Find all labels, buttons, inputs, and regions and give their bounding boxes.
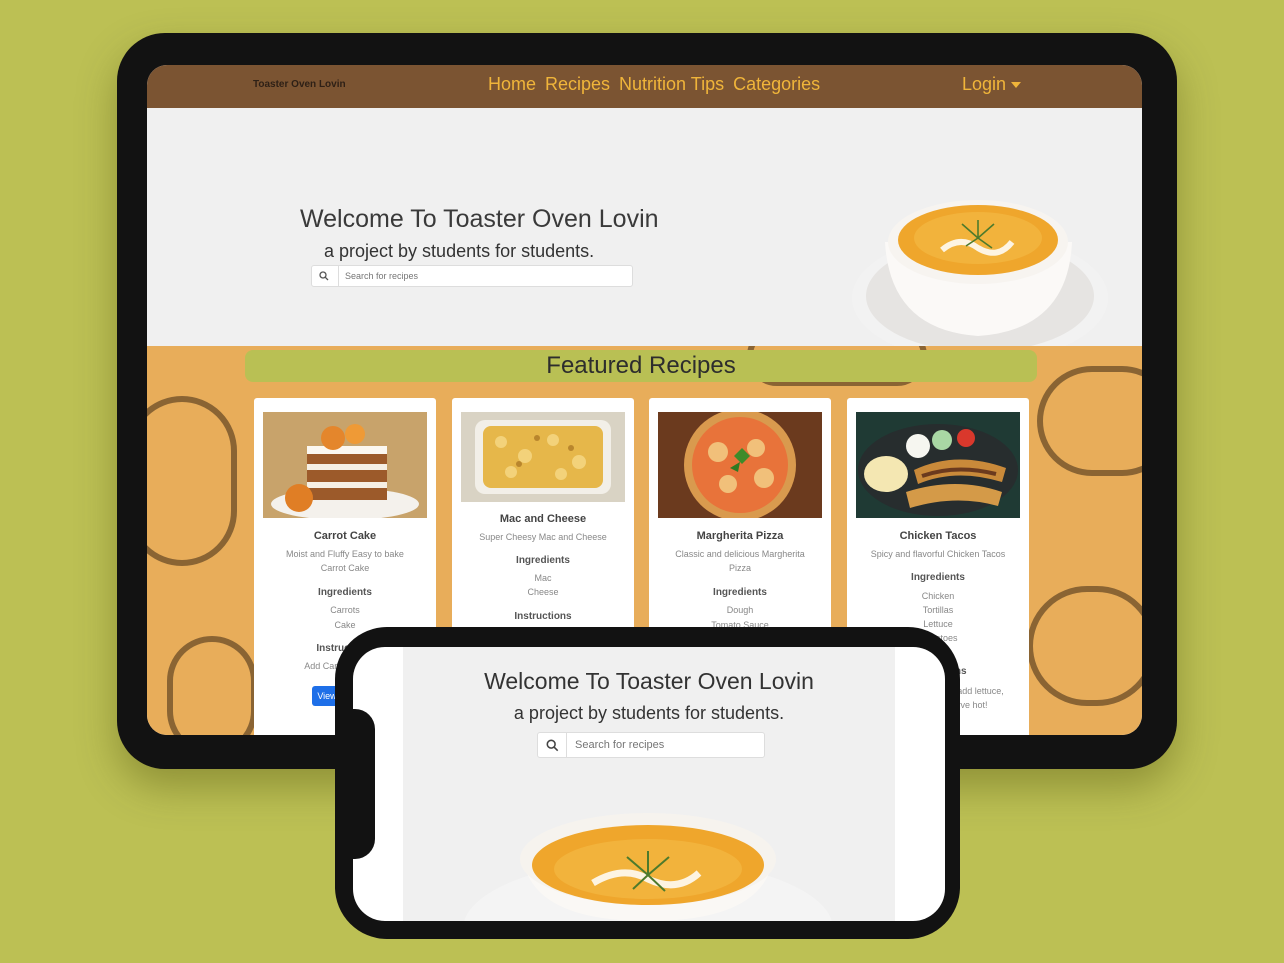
- nav-nutrition-tips[interactable]: Nutrition Tips: [619, 74, 724, 95]
- recipe-title: Mac and Cheese: [499, 513, 587, 525]
- ingredients-heading: Ingredients: [713, 587, 767, 598]
- ingredient-item: Carrots: [330, 605, 360, 615]
- recipe-title: Chicken Tacos: [899, 530, 977, 542]
- nav-categories[interactable]: Categories: [733, 74, 820, 95]
- caret-down-icon: [1011, 82, 1022, 89]
- recipe-description: Moist and Fluffy Easy to bake Carrot Cak…: [286, 549, 404, 573]
- navbar: Toaster Oven Lovin Home Recipes Nutritio…: [147, 65, 1142, 108]
- ingredient-item: Dough: [726, 605, 754, 615]
- soup-bowl-image: [464, 813, 832, 921]
- featured-header-bar: Featured Recipes: [245, 350, 1037, 382]
- hero-section: Welcome To Toaster Oven Lovin a project …: [147, 108, 1142, 362]
- sketch-decoration: [1037, 366, 1142, 476]
- recipe-image-margherita-pizza: [658, 412, 822, 518]
- recipe-image-mac-and-cheese: [461, 412, 625, 502]
- recipe-image-carrot-cake: [263, 412, 427, 518]
- ingredient-item: Mac: [534, 573, 552, 583]
- nav-home[interactable]: Home: [488, 74, 536, 95]
- instructions-heading: Instructions: [514, 611, 572, 622]
- login-label: Login: [962, 74, 1007, 94]
- phone-notch: [353, 709, 375, 859]
- ingredient-item: Tortillas: [922, 605, 954, 615]
- hero-subtitle: a project by students for students.: [513, 703, 785, 723]
- ingredients-heading: Ingredients: [911, 572, 965, 583]
- phone-device: Welcome To Toaster Oven Lovin a project …: [335, 627, 960, 939]
- phone-hero-section: Welcome To Toaster Oven Lovin a project …: [403, 647, 895, 921]
- phone-screen: Welcome To Toaster Oven Lovin a project …: [353, 647, 945, 921]
- recipe-description: Classic and delicious Margherita Pizza: [675, 549, 805, 573]
- soup-bowl-image: [852, 200, 1108, 362]
- search-icon: [319, 271, 329, 281]
- brand-logo[interactable]: Toaster Oven Lovin: [253, 79, 346, 90]
- hero-title: Welcome To Toaster Oven Lovin: [484, 668, 814, 694]
- hero-search-bar: [537, 732, 765, 758]
- recipe-description: Super Cheesy Mac and Cheese: [479, 532, 607, 542]
- hero-subtitle: a project by students for students.: [324, 241, 595, 261]
- ingredients-heading: Ingredients: [318, 587, 372, 598]
- featured-title: Featured Recipes: [546, 352, 736, 379]
- login-dropdown[interactable]: Login: [962, 74, 1022, 95]
- sketch-decoration: [167, 636, 257, 735]
- nav-links: Home Recipes Nutrition Tips Categories: [488, 74, 820, 95]
- recipe-title: Carrot Cake: [313, 530, 377, 542]
- sketch-decoration: [1027, 586, 1142, 706]
- hero-title: Welcome To Toaster Oven Lovin: [300, 205, 659, 233]
- recipe-image-chicken-tacos: [856, 412, 1020, 518]
- hero-search-bar: [311, 265, 633, 287]
- search-icon: [546, 739, 559, 752]
- sketch-decoration: [147, 396, 237, 566]
- recipe-description: Spicy and flavorful Chicken Tacos: [870, 549, 1006, 559]
- search-input[interactable]: [566, 733, 762, 757]
- search-input[interactable]: [338, 266, 628, 286]
- ingredient-item: Cheese: [527, 587, 559, 597]
- nav-recipes[interactable]: Recipes: [545, 74, 610, 95]
- ingredients-heading: Ingredients: [516, 555, 570, 566]
- recipe-title: Margherita Pizza: [696, 530, 784, 542]
- ingredient-item: Chicken: [921, 591, 955, 601]
